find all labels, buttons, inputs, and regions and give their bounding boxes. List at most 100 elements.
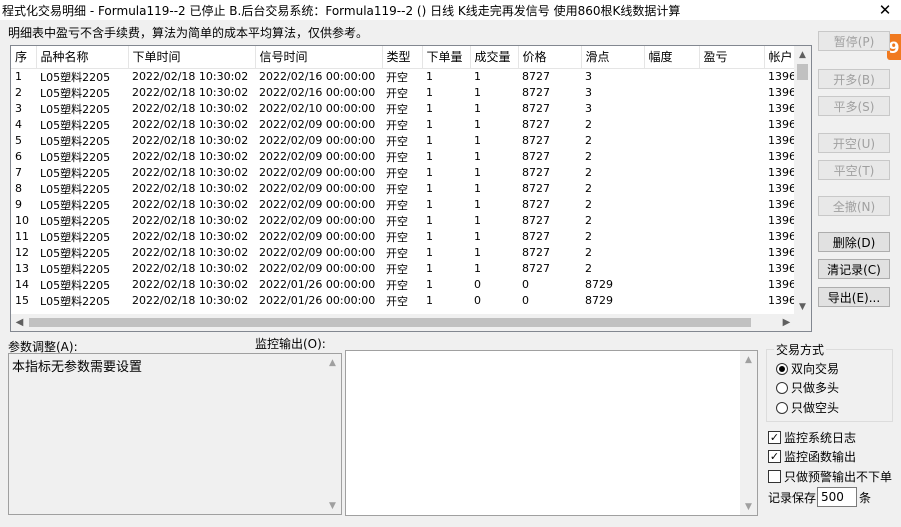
table-row[interactable]: 11 L05塑料2205 2022/02/18 10:30:02 2022/02/09… bbox=[11, 229, 795, 245]
column-header[interactable]: 序 bbox=[11, 46, 37, 69]
table-cell bbox=[699, 181, 764, 197]
table-cell: 2 bbox=[585, 262, 592, 275]
column-header[interactable]: 幅度 bbox=[644, 46, 700, 69]
radio-two-way[interactable]: 双向交易 bbox=[776, 360, 839, 377]
column-header[interactable]: 成交量 bbox=[470, 46, 519, 69]
table-cell: 开空 bbox=[386, 86, 408, 100]
table-cell bbox=[699, 68, 764, 85]
table-cell: 2022/02/09 00:00:00 bbox=[259, 198, 376, 211]
monitor-log-checkbox[interactable]: ✓ 监控系统日志 bbox=[768, 429, 856, 446]
table-cell: 1 bbox=[426, 262, 433, 275]
table-row[interactable]: 10 L05塑料2205 2022/02/18 10:30:02 2022/02/09… bbox=[11, 213, 795, 229]
table-row[interactable]: 6 L05塑料2205 2022/02/18 10:30:02 2022/02/09 … bbox=[11, 149, 795, 165]
table-cell bbox=[644, 229, 699, 245]
table-cell: 0 bbox=[522, 294, 529, 307]
open-long-button[interactable]: 开多(B) bbox=[818, 69, 890, 89]
table-cell: 开空 bbox=[386, 262, 408, 276]
monitor-output[interactable]: ▲ ▼ bbox=[345, 350, 758, 516]
monitor-scrollbar[interactable]: ▲ ▼ bbox=[740, 351, 757, 515]
hint-text: 明细表中盈亏不含手续费，算法为简单的成本平均算法，仅供参考。 bbox=[8, 26, 369, 40]
scroll-up-icon[interactable]: ▲ bbox=[740, 351, 757, 368]
table-row[interactable]: 4 L05塑料2205 2022/02/18 10:30:02 2022/02/09 … bbox=[11, 117, 795, 133]
table-row[interactable]: 9 L05塑料2205 2022/02/18 10:30:02 2022/02/09 … bbox=[11, 197, 795, 213]
table-row[interactable]: 8 L05塑料2205 2022/02/18 10:30:02 2022/02/09 … bbox=[11, 181, 795, 197]
close-icon[interactable]: ✕ bbox=[875, 0, 895, 20]
table-row[interactable]: 13 L05塑料2205 2022/02/18 10:30:02 2022/02/09… bbox=[11, 261, 795, 277]
alert-only-checkbox[interactable]: 只做预警输出不下单 bbox=[768, 468, 892, 485]
table-row[interactable]: 3 L05塑料2205 2022/02/18 10:30:02 2022/02/10 … bbox=[11, 101, 795, 117]
table-cell: 1 bbox=[426, 150, 433, 163]
export-button[interactable]: 导出(E)... bbox=[818, 287, 890, 307]
close-short-button[interactable]: 平空(T) bbox=[818, 160, 890, 180]
radio-icon bbox=[776, 381, 788, 394]
table-cell: 3 bbox=[15, 102, 22, 115]
table-cell: L05塑料2205 bbox=[40, 150, 111, 164]
column-header[interactable]: 下单量 bbox=[422, 46, 471, 69]
scroll-down-icon[interactable]: ▼ bbox=[324, 497, 341, 514]
checkbox-checked-icon: ✓ bbox=[768, 431, 781, 444]
table-cell: 2022/02/18 10:30:02 bbox=[132, 230, 249, 243]
close-long-button[interactable]: 平多(S) bbox=[818, 96, 890, 116]
table-row[interactable]: 14 L05塑料2205 2022/02/18 10:30:02 2022/01/26… bbox=[11, 277, 795, 293]
column-header[interactable]: 品种名称 bbox=[36, 46, 129, 69]
column-header[interactable]: 信号时间 bbox=[255, 46, 383, 69]
scroll-right-icon[interactable]: ▶ bbox=[778, 314, 795, 331]
open-short-button[interactable]: 开空(U) bbox=[818, 133, 890, 153]
vertical-scrollbar[interactable]: ▲ ▼ bbox=[794, 46, 811, 315]
table-row[interactable]: 5 L05塑料2205 2022/02/18 10:30:02 2022/02/09 … bbox=[11, 133, 795, 149]
column-header[interactable]: 下单时间 bbox=[128, 46, 256, 69]
clear-log-button[interactable]: 清记录(C) bbox=[818, 259, 890, 279]
table-row[interactable]: 1 L05塑料2205 2022/02/18 10:30:02 2022/02/16 … bbox=[11, 68, 795, 85]
table-cell: 2022/02/16 00:00:00 bbox=[259, 86, 376, 99]
table-cell: 8727 bbox=[522, 198, 550, 211]
table-row[interactable]: 15 L05塑料2205 2022/02/18 10:30:02 2022/01/26… bbox=[11, 293, 795, 309]
table-cell bbox=[644, 261, 699, 277]
scroll-up-icon[interactable]: ▲ bbox=[794, 46, 811, 63]
column-header[interactable]: 价格 bbox=[518, 46, 582, 69]
table-cell: 开空 bbox=[386, 134, 408, 148]
params-scrollbar[interactable]: ▲ ▼ bbox=[324, 354, 341, 514]
table-cell bbox=[644, 117, 699, 133]
delete-button[interactable]: 删除(D) bbox=[818, 232, 890, 252]
cancel-all-button[interactable]: 全撤(N) bbox=[818, 196, 890, 216]
column-header[interactable]: 滑点 bbox=[581, 46, 645, 69]
horizontal-scrollbar[interactable]: ◀ ▶ bbox=[11, 314, 795, 331]
column-header[interactable]: 类型 bbox=[382, 46, 423, 69]
radio-long-only[interactable]: 只做多头 bbox=[776, 379, 839, 396]
pause-button[interactable]: 暂停(P) bbox=[818, 31, 890, 51]
table-cell bbox=[644, 213, 699, 229]
table-cell: 开空 bbox=[386, 230, 408, 244]
table-cell: 1396 bbox=[768, 278, 795, 291]
table-row[interactable]: 2 L05塑料2205 2022/02/18 10:30:02 2022/02/16 … bbox=[11, 85, 795, 101]
scroll-thumb[interactable] bbox=[797, 64, 808, 80]
column-header[interactable]: 盈亏 bbox=[699, 46, 765, 69]
scroll-left-icon[interactable]: ◀ bbox=[11, 314, 28, 331]
params-panel[interactable]: 本指标无参数需要设置 ▲ ▼ bbox=[8, 353, 342, 515]
table-cell bbox=[644, 181, 699, 197]
scroll-up-icon[interactable]: ▲ bbox=[324, 354, 341, 371]
scroll-down-icon[interactable]: ▼ bbox=[794, 298, 811, 315]
monitor-func-checkbox[interactable]: ✓ 监控函数输出 bbox=[768, 448, 856, 465]
table-cell: 1 bbox=[426, 86, 433, 99]
scroll-down-icon[interactable]: ▼ bbox=[740, 498, 757, 515]
hscroll-thumb[interactable] bbox=[29, 318, 751, 327]
checkbox-label: 监控函数输出 bbox=[784, 450, 857, 464]
table-cell: 2022/02/09 00:00:00 bbox=[259, 134, 376, 147]
checkbox-label: 监控系统日志 bbox=[784, 431, 857, 445]
table-cell: L05塑料2205 bbox=[40, 294, 111, 308]
table-cell: 2022/02/09 00:00:00 bbox=[259, 262, 376, 275]
trade-detail-table[interactable]: 序品种名称 下单时间 信号时间 类型 下单量 成交量 价格 滑点 幅度 盈亏 帐户 1 L05塑料22… bbox=[10, 45, 812, 332]
keep-count-input[interactable] bbox=[817, 487, 857, 507]
table-cell: 9 bbox=[15, 198, 22, 211]
column-header[interactable]: 帐户 bbox=[764, 46, 795, 69]
trade-mode-title: 交易方式 bbox=[774, 341, 827, 358]
table-cell: 2022/02/09 00:00:00 bbox=[259, 214, 376, 227]
table-cell: 2022/02/18 10:30:02 bbox=[132, 86, 249, 99]
table-cell: 8727 bbox=[522, 166, 550, 179]
table-row[interactable]: 7 L05塑料2205 2022/02/18 10:30:02 2022/02/09 … bbox=[11, 165, 795, 181]
table-cell: 1396 bbox=[768, 262, 795, 275]
radio-selected-icon bbox=[776, 362, 788, 375]
radio-short-only[interactable]: 只做空头 bbox=[776, 399, 839, 416]
table-cell: 2 bbox=[585, 246, 592, 259]
table-row[interactable]: 12 L05塑料2205 2022/02/18 10:30:02 2022/02/09… bbox=[11, 245, 795, 261]
